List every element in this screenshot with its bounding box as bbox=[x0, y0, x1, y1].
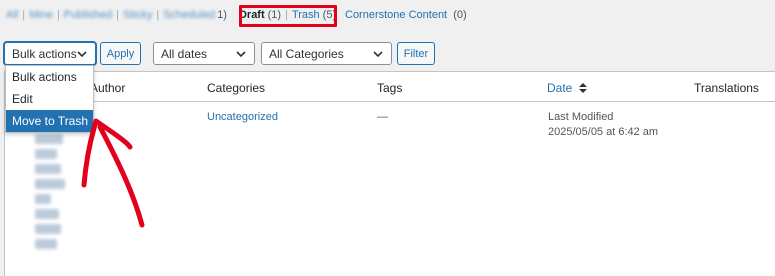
status-link-mine[interactable]: Mine bbox=[29, 9, 53, 21]
status-count: 1) bbox=[217, 9, 227, 21]
dropdown-option-bulk-actions[interactable]: Bulk actions bbox=[6, 66, 93, 88]
row-date-status: Last Modified bbox=[548, 111, 614, 123]
separator: | bbox=[116, 9, 119, 21]
red-arrow-annotation bbox=[81, 118, 145, 228]
bulk-actions-select[interactable]: Bulk actions bbox=[4, 42, 96, 65]
chevron-down-icon bbox=[77, 51, 87, 58]
column-author: Author bbox=[90, 81, 126, 95]
column-date-label: Date bbox=[547, 81, 573, 95]
bulk-actions-value: Bulk actions bbox=[12, 46, 77, 61]
status-link-sticky[interactable]: Sticky bbox=[123, 9, 152, 21]
draft-trash-highlight-box bbox=[239, 5, 337, 27]
status-link-cornerstone[interactable]: Cornerstone Content bbox=[345, 9, 447, 21]
status-link-all[interactable]: All bbox=[6, 9, 18, 21]
column-date[interactable]: Date bbox=[547, 81, 588, 95]
row-tags: — bbox=[377, 111, 388, 123]
filter-button[interactable]: Filter bbox=[397, 42, 435, 65]
apply-button[interactable]: Apply bbox=[100, 42, 141, 65]
dates-select[interactable]: All dates bbox=[153, 42, 255, 65]
sort-arrows-icon bbox=[578, 83, 587, 93]
row-date-value: 2025/05/05 at 6:42 am bbox=[548, 126, 659, 138]
chevron-down-icon bbox=[236, 51, 246, 58]
cornerstone-count: (0) bbox=[453, 9, 467, 21]
row-date: Last Modified 2025/05/05 at 6:42 am bbox=[548, 110, 658, 140]
separator: | bbox=[156, 9, 160, 21]
row-category-link[interactable]: Uncategorized bbox=[207, 111, 278, 123]
column-translations: Translations bbox=[694, 81, 759, 95]
categories-value: All Categories bbox=[269, 46, 344, 61]
column-categories: Categories bbox=[207, 81, 266, 95]
chevron-down-icon bbox=[373, 51, 383, 58]
separator: | bbox=[56, 9, 60, 21]
separator: | bbox=[22, 9, 26, 21]
cornerstone-filter: Cornerstone Content (0) bbox=[345, 9, 467, 21]
table-header: Author Categories Tags Date Translations bbox=[5, 72, 775, 102]
status-link-published[interactable]: Published bbox=[64, 9, 112, 21]
status-link-scheduled[interactable]: Scheduled bbox=[163, 9, 215, 21]
blurred-author-content bbox=[35, 134, 65, 254]
categories-select[interactable]: All Categories bbox=[261, 42, 392, 65]
column-tags: Tags bbox=[377, 81, 403, 95]
dates-value: All dates bbox=[161, 46, 208, 61]
